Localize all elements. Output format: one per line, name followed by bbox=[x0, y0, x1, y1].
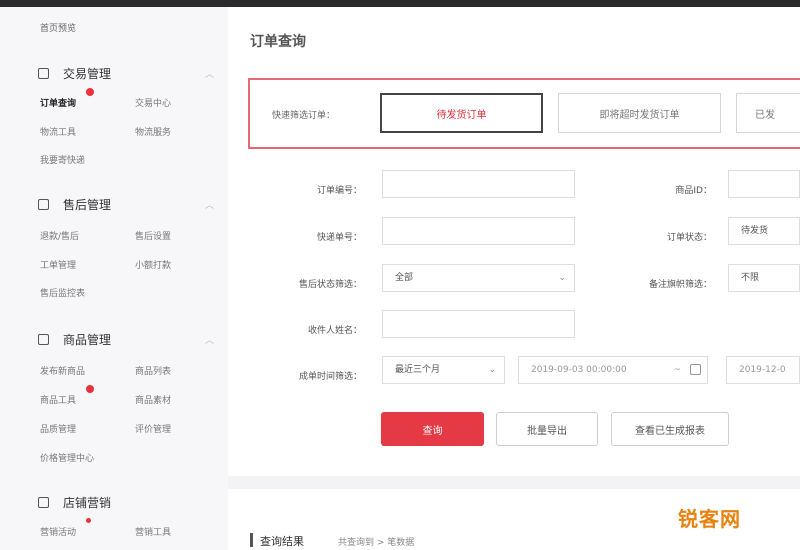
sidebar-section-marketing[interactable]: 店铺营销 bbox=[38, 494, 111, 511]
watermark-logo: 锐客网 bbox=[678, 507, 741, 531]
order-time-filter-label: 成单时间筛选： bbox=[298, 372, 362, 382]
chevron-up-icon[interactable]: ︿ bbox=[205, 333, 214, 346]
sidebar-section-products[interactable]: 商品管理 bbox=[38, 331, 111, 348]
flag-filter-select[interactable]: 不限 bbox=[728, 264, 800, 292]
flag-filter-label: 备注旗帜筛选： bbox=[648, 280, 712, 290]
sidebar-section-trade[interactable]: 交易管理 bbox=[38, 65, 111, 82]
sidebar-item-small-payment[interactable]: 小额打款 bbox=[135, 258, 171, 271]
results-title: 查询结果 bbox=[260, 535, 304, 548]
after-sales-status-select[interactable]: 全部 ⌄ bbox=[382, 264, 575, 292]
quick-filter-label: 快速筛选订单： bbox=[272, 111, 336, 121]
product-id-label: 商品ID： bbox=[675, 186, 712, 196]
sidebar-item-order-query[interactable]: 订单查询 bbox=[40, 96, 76, 109]
order-status-label: 订单状态： bbox=[666, 233, 712, 243]
sidebar-item-logistics-tools[interactable]: 物流工具 bbox=[40, 125, 76, 138]
sidebar-item-reviews[interactable]: 评价管理 bbox=[135, 422, 171, 435]
sidebar-item-product-assets[interactable]: 商品素材 bbox=[135, 393, 171, 406]
sidebar-item-new-product[interactable]: 发布新商品 bbox=[40, 364, 85, 377]
chevron-down-icon: ⌄ bbox=[558, 273, 566, 283]
notification-badge bbox=[86, 518, 91, 523]
sidebar-item-trade-center[interactable]: 交易中心 bbox=[135, 96, 171, 109]
order-number-input[interactable] bbox=[382, 170, 575, 198]
notification-badge bbox=[86, 385, 94, 393]
tracking-number-input[interactable] bbox=[382, 217, 575, 245]
notification-badge bbox=[86, 88, 94, 96]
query-button[interactable]: 查询 bbox=[381, 412, 484, 446]
after-sales-icon bbox=[38, 199, 49, 210]
trade-icon bbox=[38, 68, 49, 79]
page-title: 订单查询 bbox=[250, 34, 306, 50]
sidebar-item-marketing-tools[interactable]: 营销工具 bbox=[135, 525, 171, 538]
sidebar-item-product-tools[interactable]: 商品工具 bbox=[40, 393, 76, 406]
time-range-select[interactable]: 最近三个月 ⌄ bbox=[382, 356, 505, 384]
batch-export-button[interactable]: 批量导出 bbox=[496, 412, 598, 446]
quick-filter-panel: 快速筛选订单： 待发货订单 即将超时发货订单 已发 bbox=[248, 78, 800, 149]
sidebar-item-logistics-service[interactable]: 物流服务 bbox=[135, 125, 171, 138]
sidebar-top-link[interactable]: 首页预览 bbox=[40, 21, 76, 34]
sidebar-item-price-center[interactable]: 价格管理中心 bbox=[40, 451, 94, 464]
recipient-name-label: 收件人姓名： bbox=[307, 326, 362, 336]
view-reports-button[interactable]: 查看已生成报表 bbox=[611, 412, 729, 446]
recipient-name-input[interactable] bbox=[382, 310, 575, 338]
results-accent-bar bbox=[250, 533, 253, 547]
filter-shipped[interactable]: 已发 bbox=[736, 93, 800, 133]
sidebar-item-send-express[interactable]: 我要寄快递 bbox=[40, 153, 85, 166]
tracking-number-label: 快递单号： bbox=[316, 233, 362, 243]
order-number-label: 订单编号： bbox=[316, 186, 362, 196]
sidebar-item-campaigns[interactable]: 营销活动 bbox=[40, 525, 76, 538]
sidebar-item-after-sales-monitor[interactable]: 售后监控表 bbox=[40, 286, 85, 299]
sidebar: 首页预览 交易管理 ︿ 订单查询 交易中心 物流工具 物流服务 我要寄快递 售后… bbox=[0, 7, 228, 550]
results-count: 共查询到 > 笔数据 bbox=[338, 538, 415, 548]
sidebar-item-product-list[interactable]: 商品列表 bbox=[135, 364, 171, 377]
order-status-select[interactable]: 待发货 bbox=[728, 217, 800, 245]
product-icon bbox=[38, 334, 49, 345]
date-end-input[interactable]: 2019-12-0 bbox=[726, 356, 800, 384]
product-id-input[interactable] bbox=[728, 170, 800, 198]
calendar-icon bbox=[690, 364, 701, 375]
filter-pending-shipment[interactable]: 待发货订单 bbox=[380, 93, 543, 133]
date-start-input[interactable]: 2019-09-03 00:00:00 ~ bbox=[518, 356, 708, 384]
filter-near-timeout[interactable]: 即将超时发货订单 bbox=[558, 93, 721, 133]
sidebar-item-quality[interactable]: 品质管理 bbox=[40, 422, 76, 435]
sidebar-item-refund[interactable]: 退款/售后 bbox=[40, 229, 79, 242]
section-divider bbox=[228, 476, 800, 489]
chevron-up-icon[interactable]: ︿ bbox=[205, 67, 214, 80]
main-panel: 订单查询 快速筛选订单： 待发货订单 即将超时发货订单 已发 订单编号： 商品I… bbox=[228, 7, 800, 550]
sidebar-item-tickets[interactable]: 工单管理 bbox=[40, 258, 76, 271]
sidebar-section-after-sales[interactable]: 售后管理 bbox=[38, 196, 111, 213]
marketing-icon bbox=[38, 497, 49, 508]
chevron-up-icon[interactable]: ︿ bbox=[205, 198, 214, 211]
chevron-down-icon: ⌄ bbox=[488, 365, 496, 375]
sidebar-item-after-sales-settings[interactable]: 售后设置 bbox=[135, 229, 171, 242]
after-sales-filter-label: 售后状态筛选： bbox=[298, 280, 362, 290]
window-top-bar bbox=[0, 0, 800, 7]
